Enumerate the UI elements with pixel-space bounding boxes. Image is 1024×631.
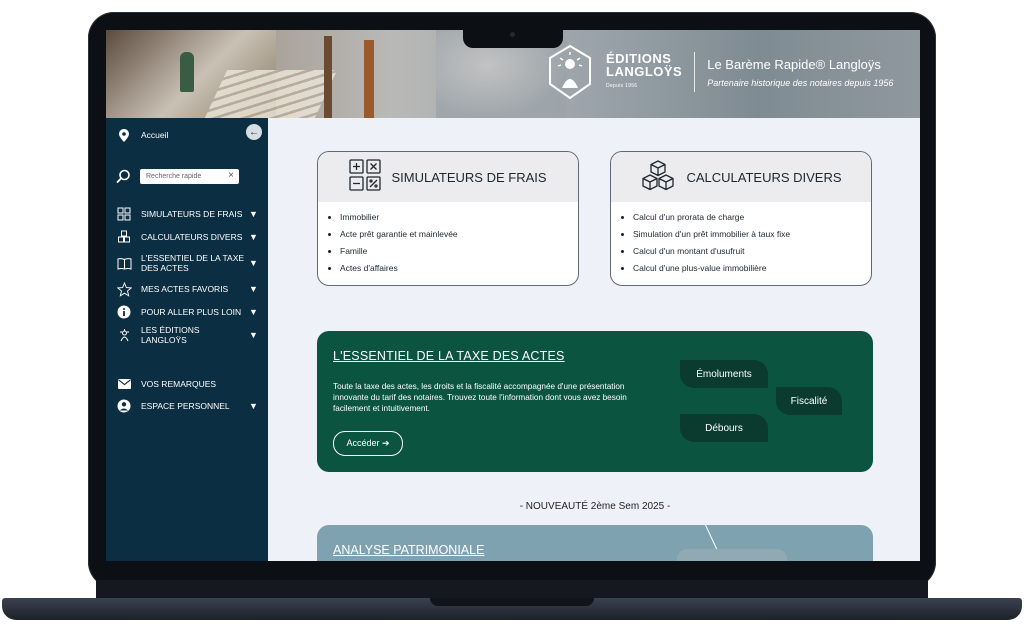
camera-notch [463,26,563,48]
chevron-down-icon: ▼ [249,401,258,411]
card-title: CALCULATEURS DIVERS [686,169,842,185]
product-tagline: Partenaire historique des notaires depui… [707,77,894,88]
list-item[interactable]: Calcul d'un montant d'usufruit [633,246,871,256]
list-item[interactable]: Famille [340,246,578,256]
analyse-title-link[interactable]: ANALYSE PATRIMONIALE [333,543,484,557]
list-item[interactable]: Actes d'affaires [340,263,578,273]
list-item[interactable]: Acte prêt garantie et mainlevée [340,229,578,239]
app-screen: ÉDITIONS LANGLOŸS Depuis 1956 Le Barème … [106,30,920,561]
analyse-banner: ANALYSE PATRIMONIALE [317,525,873,561]
list-item[interactable]: Calcul d'un prorata de charge [633,212,871,222]
sidebar: Accueil ← Recherche rapide × SIMULATEURS… [106,118,268,561]
brand-divider [694,52,696,92]
chevron-down-icon: ▼ [249,330,258,340]
card-header: CALCULATEURS DIVERS [611,152,871,202]
location-pin-icon [116,127,132,143]
sidebar-item-label: SIMULATEURS DE FRAIS [141,209,243,219]
clear-search-icon[interactable]: × [228,170,234,181]
list-item[interactable]: Simulation d'un prêt immobilier à taux f… [633,229,871,239]
info-icon [116,304,132,320]
sidebar-item-label: Accueil [141,130,169,140]
sidebar-item-label: POUR ALLER PLUS LOIN [141,307,242,317]
logo-icon [116,327,132,343]
search-icon[interactable] [116,169,132,185]
sidebar-item-calculateurs[interactable]: CALCULATEURS DIVERS ▼ [106,226,268,248]
chevron-down-icon: ▼ [249,307,258,317]
laptop-base-lip [430,598,594,606]
simulateurs-card[interactable]: SIMULATEURS DE FRAIS Immobilier Acte prê… [317,151,579,286]
artwork-post [324,36,332,118]
nouveaute-label: - NOUVEAUTÉ 2ème Sem 2025 - [519,501,671,512]
brand-block[interactable]: ÉDITIONS LANGLOŸS Depuis 1956 Le Barème … [546,42,893,102]
sidebar-item-editions[interactable]: LES ÉDITIONS LANGLOŸS ▼ [106,324,268,346]
search-input[interactable]: Recherche rapide × [140,169,239,184]
artwork-figure [180,52,194,92]
sidebar-item-taxe[interactable]: L'ESSENTIEL DE LA TAXE DES ACTES ▼ [106,252,268,274]
sidebar-item-espace[interactable]: ESPACE PERSONNEL ▼ [106,395,268,417]
laptop-hinge [96,580,928,598]
calculateurs-card[interactable]: CALCULATEURS DIVERS Calcul d'un prorata … [610,151,872,286]
taxe-banner: L'ESSENTIEL DE LA TAXE DES ACTES Toute l… [317,331,873,472]
card-title: SIMULATEURS DE FRAIS [391,169,547,185]
sidebar-item-label: LES ÉDITIONS LANGLOŸS [141,325,200,345]
list-item[interactable]: Calcul d'une plus-value immobilière [633,263,871,273]
book-icon [116,255,132,271]
analyse-pill[interactable] [677,549,787,561]
cubes-icon [116,229,132,245]
brand-line2: LANGLOŸS [606,63,683,79]
brand-since: Depuis 1956 [606,82,638,89]
artwork-stairs [204,70,338,118]
brand-logo-icon [546,44,594,100]
artwork-post [364,40,374,118]
acceder-button[interactable]: Accéder ➔ [333,431,403,456]
camera-icon [510,32,515,37]
sidebar-item-label: ESPACE PERSONNEL [141,401,230,411]
user-icon [116,398,132,414]
product-block: Le Barème Rapide® Langloÿs Partenaire hi… [707,57,893,88]
pill-emoluments[interactable]: Émoluments [680,360,768,388]
card-list: Immobilier Acte prêt garantie et mainlev… [318,202,578,273]
sidebar-item-label: L'ESSENTIEL DE LA TAXE DES ACTES [141,253,245,273]
list-item[interactable]: Immobilier [340,212,578,222]
taxe-description: Toute la taxe des actes, les droits et l… [333,382,627,413]
pill-fiscalite[interactable]: Fiscalité [776,387,842,415]
search-placeholder: Recherche rapide [146,173,202,180]
envelope-icon [116,376,132,392]
taxe-title-link[interactable]: L'ESSENTIEL DE LA TAXE DES ACTES [333,349,565,363]
calculator-keys-icon [349,158,382,196]
product-title: Le Barème Rapide® Langloÿs [707,56,881,72]
brand-name: ÉDITIONS LANGLOŸS Depuis 1956 [606,52,682,93]
pill-debours[interactable]: Débours [680,414,768,442]
card-list: Calcul d'un prorata de charge Simulation… [611,202,871,273]
star-icon [116,281,132,297]
chevron-down-icon: ▼ [249,232,258,242]
grid-icon [116,206,132,222]
sidebar-item-plus-loin[interactable]: POUR ALLER PLUS LOIN ▼ [106,301,268,323]
chevron-down-icon: ▼ [249,284,258,294]
sidebar-item-label: VOS REMARQUES [141,379,217,389]
sidebar-item-remarques[interactable]: VOS REMARQUES [106,373,268,395]
sidebar-item-simulateurs[interactable]: SIMULATEURS DE FRAIS ▼ [106,203,268,225]
sidebar-item-label: MES ACTES FAVORIS [141,284,229,294]
arrow-left-icon: ← [249,126,259,138]
chevron-down-icon: ▼ [249,258,258,268]
decorative-line [705,525,718,551]
sidebar-item-favoris[interactable]: MES ACTES FAVORIS ▼ [106,278,268,300]
card-header: SIMULATEURS DE FRAIS [318,152,578,202]
cubes-icon [640,159,676,196]
chevron-down-icon: ▼ [249,209,258,219]
sidebar-item-label: CALCULATEURS DIVERS [141,232,243,242]
sidebar-item-home[interactable]: Accueil [106,124,268,146]
collapse-sidebar-button[interactable]: ← [246,124,262,140]
